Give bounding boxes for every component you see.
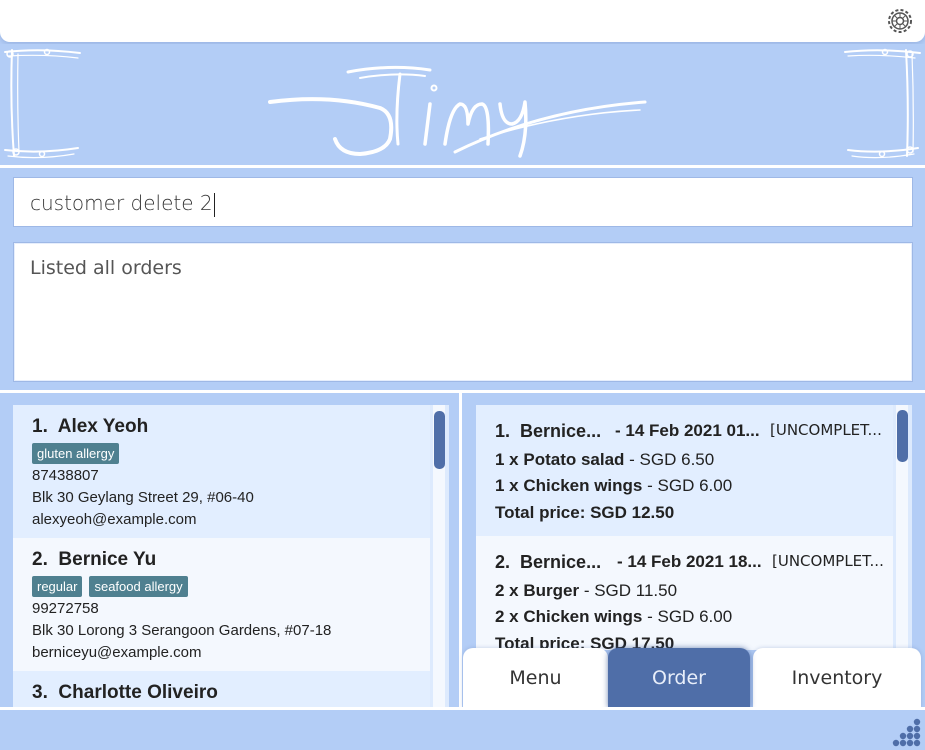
order-status: [UNCOMPLET... bbox=[772, 552, 884, 570]
customer-tags: gluten allergy bbox=[32, 443, 120, 464]
order-list[interactable]: 1. Bernice... - 14 Feb 2021 01... [UNCOM… bbox=[476, 405, 912, 650]
tag-badge: regular bbox=[32, 576, 83, 597]
customer-card[interactable]: 3. Charlotte Oliveiro bbox=[13, 671, 430, 707]
customer-name: 1. Alex Yeoh bbox=[32, 416, 149, 437]
order-card[interactable]: 2. Bernice... - 14 Feb 2021 18... [UNCOM… bbox=[476, 536, 893, 650]
top-bar bbox=[0, 0, 925, 42]
scroll-thumb[interactable] bbox=[434, 411, 445, 469]
logo-banner bbox=[0, 44, 925, 168]
command-input[interactable]: customer delete 2 bbox=[30, 191, 215, 217]
gear-icon[interactable] bbox=[885, 6, 915, 36]
order-date: - 14 Feb 2021 01... bbox=[615, 421, 760, 440]
tab-inventory[interactable]: Inventory bbox=[753, 648, 921, 708]
command-box[interactable]: customer delete 2 bbox=[13, 177, 913, 227]
panel-divider bbox=[459, 393, 462, 707]
order-date: - 14 Feb 2021 18... bbox=[617, 552, 762, 571]
order-customer: 2. Bernice... bbox=[495, 552, 602, 572]
customer-name: 3. Charlotte Oliveiro bbox=[32, 682, 218, 703]
customer-phone: 99272758 bbox=[32, 600, 99, 617]
customer-phone: 87438807 bbox=[32, 467, 99, 484]
customer-card[interactable]: 1. Alex Yeoh gluten allergy 87438807 Blk… bbox=[13, 405, 430, 538]
order-item: 1 x Potato salad - SGD 6.50 bbox=[495, 450, 715, 469]
customer-card[interactable]: 2. Bernice Yu regular seafood allergy 99… bbox=[13, 538, 430, 671]
customer-scrollbar[interactable] bbox=[433, 405, 445, 707]
order-scrollbar[interactable] bbox=[896, 405, 908, 650]
customer-email: berniceyu@example.com bbox=[32, 644, 202, 661]
result-message: Listed all orders bbox=[30, 257, 182, 279]
order-customer: 1. Bernice... bbox=[495, 421, 602, 441]
customer-list[interactable]: 1. Alex Yeoh gluten allergy 87438807 Blk… bbox=[13, 405, 449, 707]
order-item: 2 x Chicken wings - SGD 6.00 bbox=[495, 607, 733, 626]
customer-email: alexyeoh@example.com bbox=[32, 511, 197, 528]
tag-badge: gluten allergy bbox=[32, 443, 120, 464]
tab-menu[interactable]: Menu bbox=[463, 648, 608, 708]
customer-name: 2. Bernice Yu bbox=[32, 549, 157, 570]
command-input-value: customer delete 2 bbox=[30, 191, 213, 215]
customer-address: Blk 30 Lorong 3 Serangoon Gardens, #07-1… bbox=[32, 622, 332, 639]
result-display[interactable]: Listed all orders bbox=[13, 242, 913, 382]
text-caret bbox=[213, 192, 215, 217]
order-card[interactable]: 1. Bernice... - 14 Feb 2021 01... [UNCOM… bbox=[476, 405, 893, 536]
jimy-logo bbox=[4, 48, 921, 159]
order-status: [UNCOMPLET... bbox=[770, 421, 882, 439]
order-total: Total price: SGD 12.50 bbox=[495, 503, 675, 522]
customer-tags: regular seafood allergy bbox=[32, 576, 188, 597]
tab-order[interactable]: Order bbox=[608, 648, 750, 708]
section-divider bbox=[0, 390, 925, 393]
resize-grip-icon[interactable] bbox=[892, 717, 922, 747]
tag-badge: seafood allergy bbox=[89, 576, 188, 597]
order-item: 2 x Burger - SGD 11.50 bbox=[495, 581, 678, 600]
status-bar bbox=[0, 710, 925, 750]
customer-address: Blk 30 Geylang Street 29, #06-40 bbox=[32, 489, 254, 506]
tab-bar: Menu Inventory Order bbox=[463, 648, 923, 708]
scroll-thumb[interactable] bbox=[897, 410, 908, 462]
order-item: 1 x Chicken wings - SGD 6.00 bbox=[495, 476, 733, 495]
